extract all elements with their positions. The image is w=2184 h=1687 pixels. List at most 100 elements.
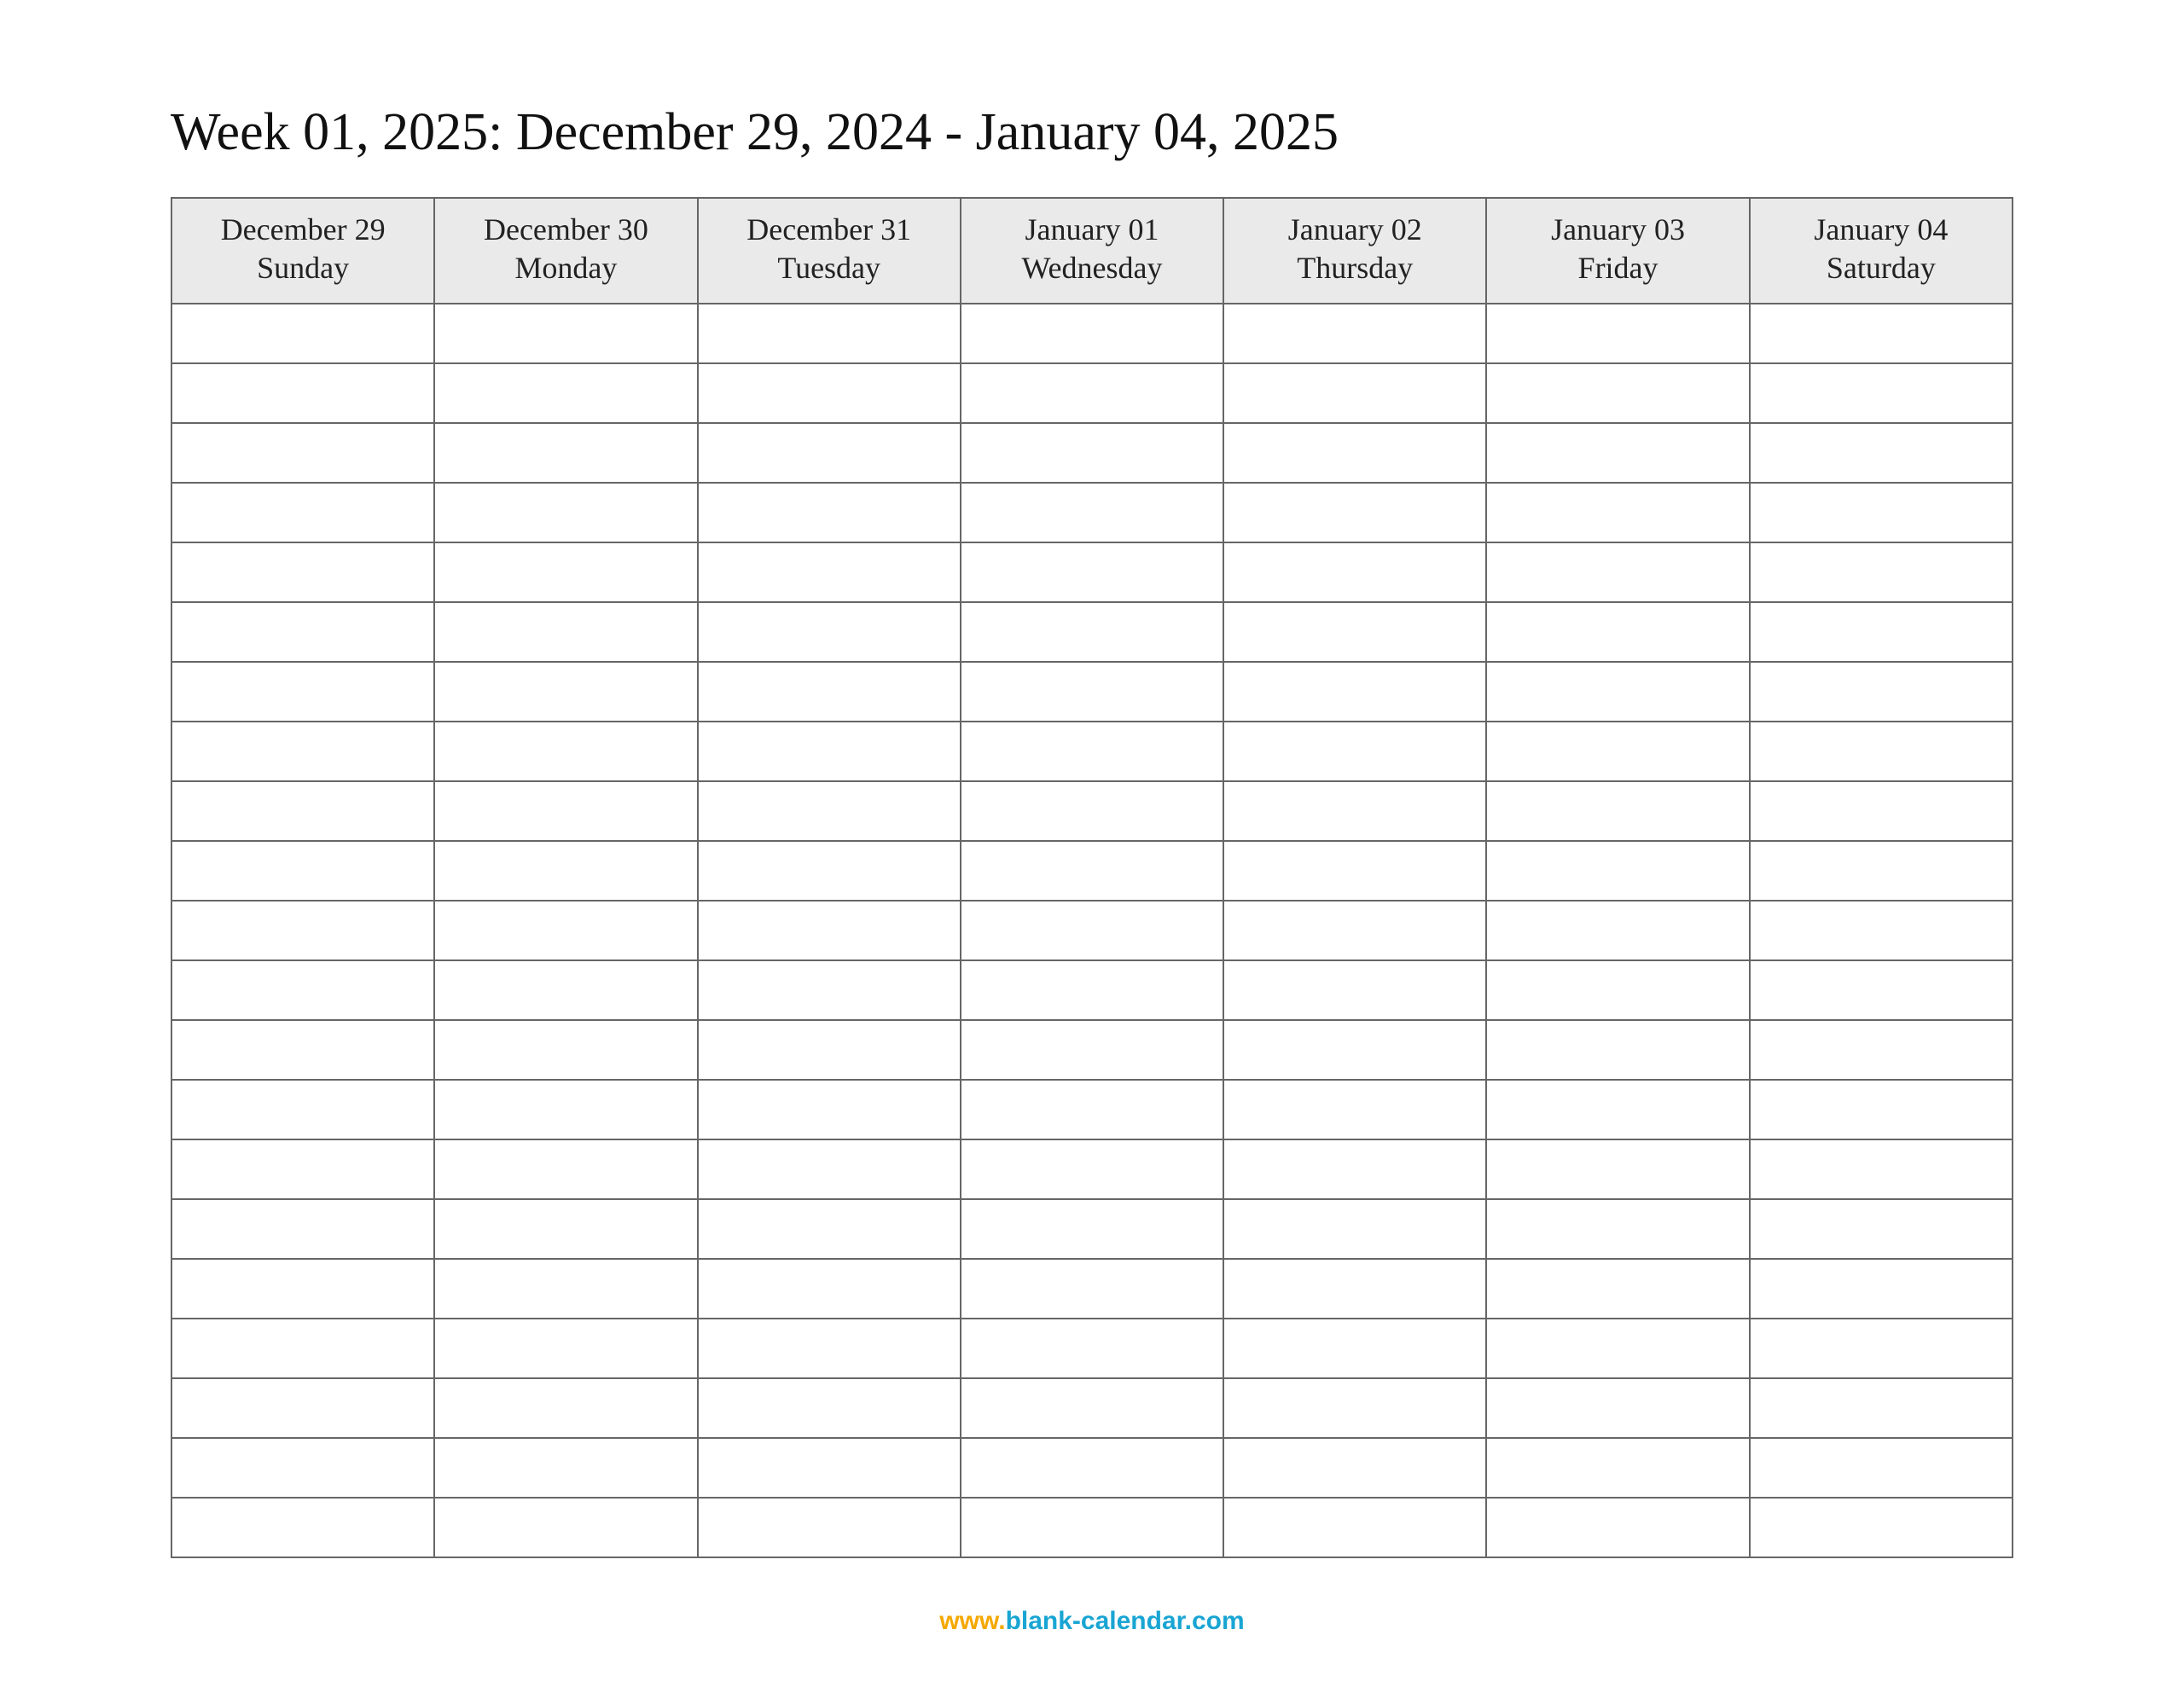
calendar-cell[interactable] (698, 1139, 961, 1199)
calendar-cell[interactable] (698, 423, 961, 483)
calendar-cell[interactable] (1486, 1378, 1749, 1438)
calendar-cell[interactable] (1223, 781, 1486, 841)
calendar-cell[interactable] (171, 1378, 434, 1438)
calendar-cell[interactable] (1223, 1139, 1486, 1199)
calendar-cell[interactable] (698, 1259, 961, 1319)
calendar-cell[interactable] (961, 363, 1223, 423)
calendar-cell[interactable] (171, 1259, 434, 1319)
calendar-cell[interactable] (1750, 1139, 2013, 1199)
calendar-cell[interactable] (1223, 841, 1486, 901)
calendar-cell[interactable] (434, 1498, 697, 1557)
calendar-cell[interactable] (1486, 1498, 1749, 1557)
calendar-cell[interactable] (434, 602, 697, 662)
calendar-cell[interactable] (961, 1378, 1223, 1438)
calendar-cell[interactable] (1750, 1319, 2013, 1378)
calendar-cell[interactable] (961, 1139, 1223, 1199)
calendar-cell[interactable] (1486, 1438, 1749, 1498)
calendar-cell[interactable] (1223, 1020, 1486, 1080)
calendar-cell[interactable] (1750, 1498, 2013, 1557)
calendar-cell[interactable] (1486, 722, 1749, 781)
calendar-cell[interactable] (1486, 542, 1749, 602)
calendar-cell[interactable] (1750, 363, 2013, 423)
calendar-cell[interactable] (1750, 960, 2013, 1020)
calendar-cell[interactable] (171, 1139, 434, 1199)
calendar-cell[interactable] (698, 722, 961, 781)
calendar-cell[interactable] (961, 1020, 1223, 1080)
calendar-cell[interactable] (961, 1498, 1223, 1557)
calendar-cell[interactable] (171, 542, 434, 602)
calendar-cell[interactable] (1750, 483, 2013, 542)
calendar-cell[interactable] (1223, 363, 1486, 423)
calendar-cell[interactable] (1750, 722, 2013, 781)
calendar-cell[interactable] (961, 1438, 1223, 1498)
calendar-cell[interactable] (434, 1199, 697, 1259)
calendar-cell[interactable] (1223, 1259, 1486, 1319)
calendar-cell[interactable] (434, 1259, 697, 1319)
calendar-cell[interactable] (171, 781, 434, 841)
calendar-cell[interactable] (961, 841, 1223, 901)
calendar-cell[interactable] (698, 304, 961, 363)
calendar-cell[interactable] (698, 363, 961, 423)
calendar-cell[interactable] (698, 1378, 961, 1438)
footer-link[interactable]: www.blank-calendar.com (0, 1607, 2184, 1636)
calendar-cell[interactable] (434, 542, 697, 602)
calendar-cell[interactable] (434, 304, 697, 363)
calendar-cell[interactable] (434, 1139, 697, 1199)
calendar-cell[interactable] (1223, 722, 1486, 781)
calendar-cell[interactable] (1223, 483, 1486, 542)
calendar-cell[interactable] (698, 1498, 961, 1557)
calendar-cell[interactable] (434, 662, 697, 722)
calendar-cell[interactable] (171, 304, 434, 363)
calendar-cell[interactable] (698, 841, 961, 901)
calendar-cell[interactable] (1750, 841, 2013, 901)
calendar-cell[interactable] (1750, 602, 2013, 662)
calendar-cell[interactable] (434, 483, 697, 542)
calendar-cell[interactable] (698, 1319, 961, 1378)
calendar-cell[interactable] (171, 423, 434, 483)
calendar-cell[interactable] (1223, 662, 1486, 722)
calendar-cell[interactable] (1486, 1259, 1749, 1319)
calendar-cell[interactable] (1750, 542, 2013, 602)
calendar-cell[interactable] (1750, 1199, 2013, 1259)
calendar-cell[interactable] (1486, 960, 1749, 1020)
calendar-cell[interactable] (1486, 1020, 1749, 1080)
calendar-cell[interactable] (1486, 483, 1749, 542)
calendar-cell[interactable] (698, 1199, 961, 1259)
calendar-cell[interactable] (1223, 542, 1486, 602)
calendar-cell[interactable] (434, 781, 697, 841)
calendar-cell[interactable] (1750, 1378, 2013, 1438)
calendar-cell[interactable] (1750, 1020, 2013, 1080)
calendar-cell[interactable] (434, 423, 697, 483)
calendar-cell[interactable] (698, 781, 961, 841)
calendar-cell[interactable] (434, 960, 697, 1020)
calendar-cell[interactable] (961, 1319, 1223, 1378)
calendar-cell[interactable] (1486, 901, 1749, 960)
calendar-cell[interactable] (698, 1080, 961, 1139)
calendar-cell[interactable] (434, 1020, 697, 1080)
calendar-cell[interactable] (1486, 1199, 1749, 1259)
calendar-cell[interactable] (434, 722, 697, 781)
calendar-cell[interactable] (698, 901, 961, 960)
calendar-cell[interactable] (171, 901, 434, 960)
calendar-cell[interactable] (1486, 602, 1749, 662)
calendar-cell[interactable] (1486, 841, 1749, 901)
calendar-cell[interactable] (171, 960, 434, 1020)
calendar-cell[interactable] (1750, 304, 2013, 363)
calendar-cell[interactable] (171, 1438, 434, 1498)
calendar-cell[interactable] (961, 1259, 1223, 1319)
calendar-cell[interactable] (698, 483, 961, 542)
calendar-cell[interactable] (1750, 423, 2013, 483)
calendar-cell[interactable] (1223, 1378, 1486, 1438)
calendar-cell[interactable] (1223, 1498, 1486, 1557)
calendar-cell[interactable] (961, 423, 1223, 483)
calendar-cell[interactable] (1486, 1139, 1749, 1199)
calendar-cell[interactable] (434, 363, 697, 423)
calendar-cell[interactable] (434, 901, 697, 960)
calendar-cell[interactable] (171, 722, 434, 781)
calendar-cell[interactable] (171, 662, 434, 722)
calendar-cell[interactable] (1750, 1080, 2013, 1139)
calendar-cell[interactable] (1223, 423, 1486, 483)
calendar-cell[interactable] (961, 1199, 1223, 1259)
calendar-cell[interactable] (1750, 1259, 2013, 1319)
calendar-cell[interactable] (1750, 662, 2013, 722)
